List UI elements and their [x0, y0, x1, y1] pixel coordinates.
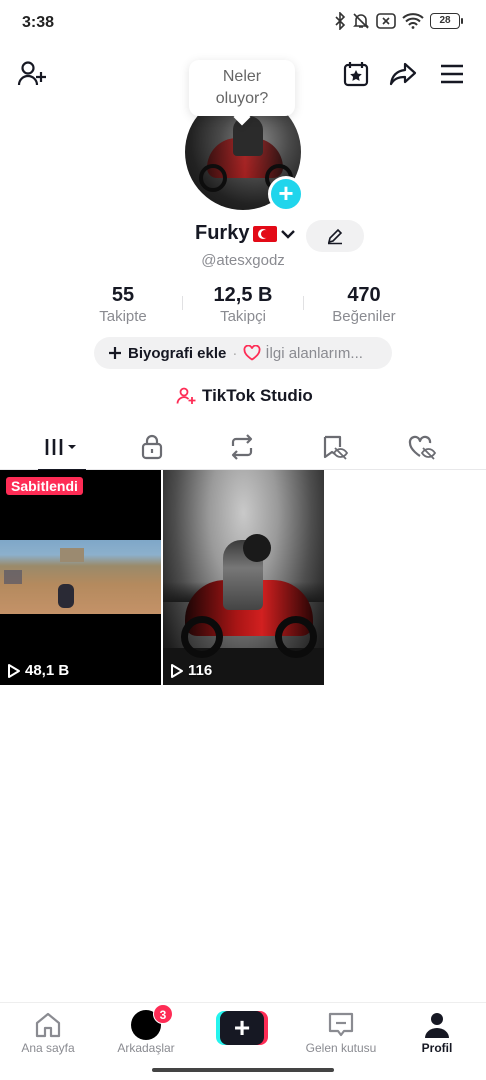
chevron-down-icon: [281, 229, 296, 239]
menu-icon: [441, 64, 463, 84]
likes-count: 470: [347, 284, 381, 306]
game-screenshot: [0, 540, 161, 614]
home-icon: [35, 1012, 61, 1038]
following-stat[interactable]: 55 Takipte: [63, 284, 183, 325]
add-friend-icon: [17, 61, 46, 86]
studio-user-icon: [176, 387, 196, 404]
profile-stats: 55 Takipte 12,5 B Takipçi 470 Beğeniler: [0, 284, 486, 328]
heart-icon: [243, 345, 261, 361]
pencil-icon: [327, 228, 343, 245]
helmet: [243, 534, 271, 562]
no-sim-icon: [376, 13, 396, 29]
nav-profile-label: Profil: [421, 1041, 453, 1055]
liked-tab[interactable]: [392, 424, 452, 470]
nav-home[interactable]: Ana sayfa: [3, 1009, 93, 1055]
nav-friends-label: Arkadaşlar: [117, 1041, 175, 1055]
video-thumbnail[interactable]: Sabitlendi 48,1 B: [0, 470, 161, 685]
motorcycle-wheel: [275, 616, 317, 658]
likes-stat[interactable]: 470 Beğeniler: [304, 284, 424, 325]
game-character: [58, 584, 74, 608]
separator-dot: ·: [232, 344, 238, 362]
turkey-flag-icon: [253, 225, 278, 242]
nav-inbox-label: Gelen kutusu: [305, 1041, 377, 1055]
tiktok-studio-link[interactable]: TikTok Studio: [176, 386, 313, 406]
calendar-button[interactable]: [340, 58, 372, 90]
profile-icon: [425, 1013, 449, 1038]
nav-profile[interactable]: Profil: [392, 1009, 482, 1055]
lock-icon: [141, 434, 163, 460]
inbox-icon: [328, 1012, 354, 1037]
username: @atesxgodz: [201, 252, 285, 269]
create-button[interactable]: +: [216, 1011, 268, 1045]
interests-button[interactable]: İlgi alanlarım...: [243, 345, 363, 362]
tooltip-line2: oluyor?: [215, 90, 269, 107]
view-count-value: 48,1 B: [25, 662, 70, 679]
home-indicator: [152, 1068, 334, 1072]
followers-stat[interactable]: 12,5 B Takipçi: [183, 284, 303, 325]
view-count: 48,1 B: [7, 662, 69, 679]
play-icon: [8, 663, 20, 678]
videos-tab[interactable]: [32, 424, 92, 471]
following-count: 55: [111, 284, 135, 306]
repost-icon: [231, 434, 253, 460]
avatar-wheel: [199, 164, 227, 192]
add-story-button[interactable]: +: [268, 176, 304, 212]
pinned-badge: Sabitlendi: [6, 477, 83, 495]
create-plus-icon: +: [220, 1011, 264, 1045]
play-icon: [171, 663, 183, 678]
display-name-switcher[interactable]: Furky: [195, 222, 297, 245]
tooltip-line1: Neler: [222, 68, 262, 85]
profile-tabs: [0, 424, 486, 471]
nav-inbox[interactable]: Gelen kutusu: [296, 1009, 386, 1055]
edit-profile-button[interactable]: [306, 220, 364, 252]
share-button[interactable]: [387, 58, 419, 90]
add-bio-button[interactable]: Biyografi ekle: [108, 345, 226, 362]
view-count-value: 116: [188, 662, 213, 679]
notification-badge: 3: [153, 1004, 173, 1024]
heart-hidden-icon: [408, 435, 437, 460]
share-icon: [389, 62, 417, 86]
tiktok-studio-label: TikTok Studio: [202, 386, 313, 405]
mute-icon: [353, 13, 369, 29]
following-label: Takipte: [99, 308, 147, 325]
reposts-tab[interactable]: [212, 424, 272, 470]
wifi-icon: [402, 13, 424, 29]
add-friend-button[interactable]: [16, 58, 48, 90]
bio-pill: Biyografi ekle · İlgi alanlarım...: [94, 337, 392, 369]
nav-friends[interactable]: 3 Arkadaşlar: [101, 1004, 191, 1055]
private-tab[interactable]: [122, 424, 182, 470]
friends-avatar: 3: [131, 1004, 173, 1040]
plus-icon: [109, 347, 121, 359]
grid-icon: [45, 439, 76, 455]
status-icons: 28: [334, 12, 463, 30]
status-time: 3:38: [22, 14, 55, 31]
favorites-tab[interactable]: [304, 424, 364, 470]
whats-happening-tooltip[interactable]: Neler oluyor?: [189, 60, 295, 116]
name-row: Furky: [0, 220, 486, 252]
bluetooth-icon: [335, 12, 346, 30]
nav-home-label: Ana sayfa: [21, 1041, 75, 1055]
interests-label: İlgi alanlarım...: [265, 344, 363, 362]
add-bio-label: Biyografi ekle: [128, 344, 227, 362]
followers-count: 12,5 B: [213, 284, 273, 306]
motorcycle-wheel: [181, 616, 223, 658]
video-thumbnail[interactable]: 116: [163, 470, 324, 685]
likes-label: Beğeniler: [332, 308, 396, 325]
calendar-star-icon: [343, 62, 369, 87]
game-building: [60, 548, 84, 562]
view-count: 116: [170, 662, 212, 679]
game-hud: [4, 570, 22, 584]
avatar-rider: [233, 116, 263, 156]
bookmark-hidden-icon: [323, 435, 348, 460]
menu-button[interactable]: [436, 58, 468, 90]
display-name: Furky: [195, 222, 250, 244]
status-bar: 3:38 28: [0, 0, 486, 48]
followers-label: Takipçi: [220, 308, 266, 325]
battery-icon: 28: [430, 13, 463, 29]
